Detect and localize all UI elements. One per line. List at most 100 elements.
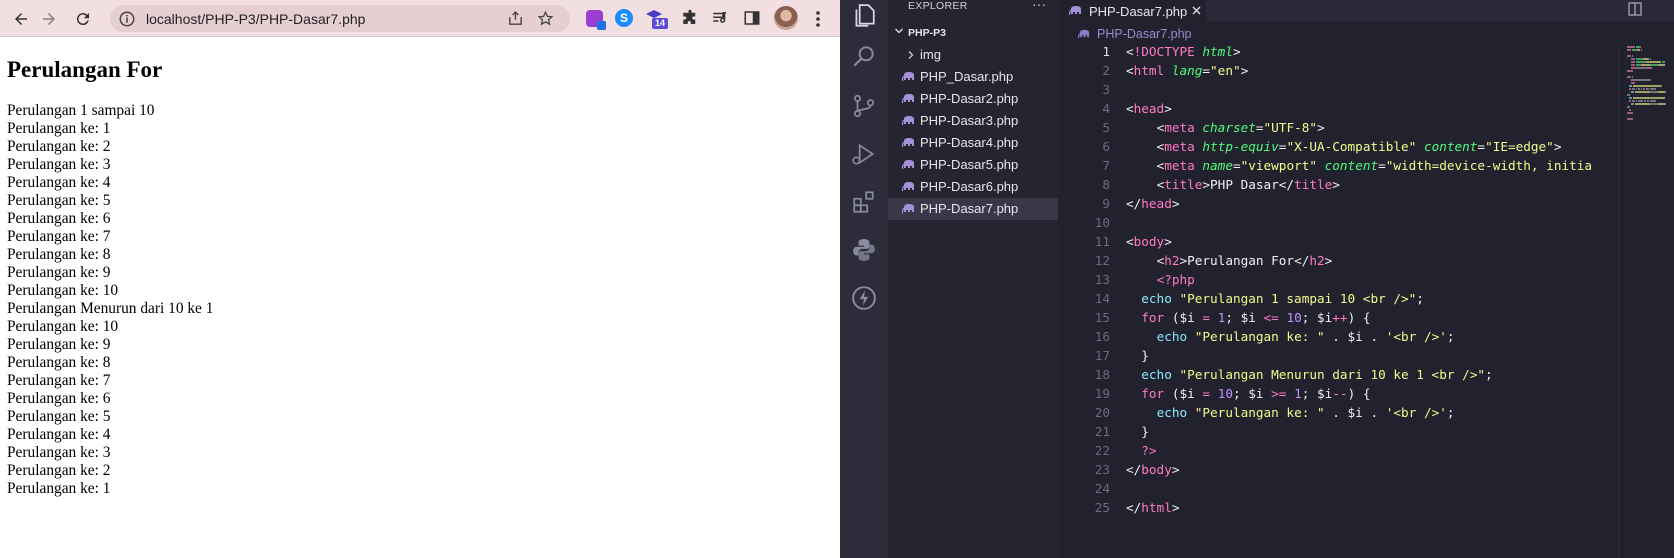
- breadcrumb[interactable]: PHP-Dasar7.php: [1078, 25, 1192, 43]
- code-line[interactable]: 13 <?php: [1058, 272, 1618, 291]
- extension-pen-icon[interactable]: [584, 8, 606, 30]
- code-line[interactable]: 3: [1058, 82, 1618, 101]
- minimap[interactable]: [1618, 44, 1674, 558]
- code-line[interactable]: 24: [1058, 481, 1618, 500]
- extension-shazam-icon[interactable]: S: [614, 8, 634, 28]
- line-number: 17: [1094, 348, 1110, 363]
- share-icon[interactable]: [507, 10, 524, 27]
- reload-button[interactable]: [70, 6, 96, 32]
- line-number: 12: [1094, 253, 1110, 268]
- back-button[interactable]: [8, 6, 34, 32]
- more-vert-icon[interactable]: [810, 9, 826, 29]
- code-line[interactable]: 17 }: [1058, 348, 1618, 367]
- info-icon: [119, 11, 135, 26]
- tree-file-php-dasar7-php[interactable]: PHP-Dasar7.php: [888, 198, 1058, 220]
- code-token: http-equiv: [1202, 139, 1279, 154]
- code-token: }: [1126, 424, 1149, 439]
- code-line[interactable]: 18 echo "Perulangan Menurun dari 10 ke 1…: [1058, 367, 1618, 386]
- code-token: >=: [1271, 386, 1287, 401]
- minimap-token: [1631, 64, 1636, 66]
- minimap-token: [1631, 76, 1633, 78]
- tree-file-php-dasar3-php[interactable]: PHP-Dasar3.php: [888, 110, 1058, 132]
- code-line[interactable]: 14 echo "Perulangan 1 sampai 10 <br />";: [1058, 291, 1618, 310]
- minimap-token: [1640, 49, 1642, 51]
- code-token: html: [1141, 500, 1172, 515]
- explorer-more-button[interactable]: ···: [1032, 0, 1046, 12]
- minimap-token: [1630, 91, 1635, 93]
- star-icon[interactable]: [537, 10, 554, 27]
- close-icon[interactable]: [1191, 5, 1202, 16]
- project-folder[interactable]: PHP-P3: [888, 24, 1058, 42]
- code-token: ?>: [1141, 443, 1157, 458]
- code-line[interactable]: 7 <meta name="viewport" content="width=d…: [1058, 158, 1618, 177]
- minimap-token: [1636, 61, 1645, 63]
- tree-file-php-dasar2-php[interactable]: PHP-Dasar2.php: [888, 88, 1058, 110]
- code-token: title: [1294, 177, 1333, 192]
- profile-avatar[interactable]: [774, 6, 798, 30]
- code-token: ;: [1416, 291, 1424, 306]
- code-line[interactable]: 11 <body>: [1058, 234, 1618, 253]
- code-line[interactable]: 1 <!DOCTYPE html>: [1058, 44, 1618, 63]
- output-line: Perulangan ke: 3: [7, 444, 111, 461]
- code-line[interactable]: 10: [1058, 215, 1618, 234]
- code-token: =: [1477, 139, 1486, 154]
- tab-php-dasar7[interactable]: PHP-Dasar7.php: [1058, 0, 1206, 22]
- code-token: $i: [1347, 405, 1363, 420]
- code-token: =: [1378, 158, 1386, 173]
- forward-button[interactable]: [36, 6, 62, 32]
- code-line[interactable]: 19 for ($i = 10; $i >= 1; $i--) {: [1058, 386, 1618, 405]
- code-line[interactable]: 5 <meta charset="UTF-8">: [1058, 120, 1618, 139]
- split-editor-icon[interactable]: [1628, 2, 1642, 16]
- reload-icon: [76, 13, 89, 26]
- php-elephant-icon: [902, 182, 914, 192]
- tree-file-php-dasar5-php[interactable]: PHP-Dasar5.php: [888, 154, 1058, 176]
- code-line[interactable]: 15 for ($i = 1; $i <= 10; $i++) {: [1058, 310, 1618, 329]
- code-line[interactable]: 2 <html lang="en">: [1058, 63, 1618, 82]
- code-line[interactable]: 23 </body>: [1058, 462, 1618, 481]
- explorer-title: EXPLORER: [908, 0, 968, 12]
- code-token: body: [1141, 462, 1172, 477]
- address-bar[interactable]: localhost/PHP-P3/PHP-Dasar7.php: [110, 5, 570, 32]
- media-control-icon[interactable]: [710, 8, 730, 28]
- code-line[interactable]: 22 ?>: [1058, 443, 1618, 462]
- line-number: 21: [1094, 424, 1110, 439]
- arrow-left-icon: [15, 13, 27, 25]
- tree-file-php-dasar6-php[interactable]: PHP-Dasar6.php: [888, 176, 1058, 198]
- tree-file-php-dasar4-php[interactable]: PHP-Dasar4.php: [888, 132, 1058, 154]
- search-icon[interactable]: [848, 40, 880, 72]
- code-line[interactable]: 9 </head>: [1058, 196, 1618, 215]
- code-line[interactable]: 16 echo "Perulangan ke: " . $i . '<br />…: [1058, 329, 1618, 348]
- tree-file-php-dasar-php[interactable]: PHP_Dasar.php: [888, 66, 1058, 88]
- code-token: >: [1240, 63, 1249, 78]
- extensions-puzzle-icon[interactable]: [680, 8, 700, 28]
- code-line[interactable]: 12 <h2>Perulangan For</h2>: [1058, 253, 1618, 272]
- run-debug-icon[interactable]: [848, 138, 880, 170]
- code-line[interactable]: 8 <title>PHP Dasar</title>: [1058, 177, 1618, 196]
- code-line[interactable]: 4 <head>: [1058, 101, 1618, 120]
- tree-folder-img[interactable]: img: [888, 44, 1058, 66]
- code-text: }: [1126, 348, 1149, 363]
- extensions-icon[interactable]: [848, 186, 880, 218]
- minimap-token: [1664, 91, 1666, 93]
- output-line: Perulangan Menurun dari 10 ke 1: [7, 300, 214, 317]
- code-text: <meta charset="UTF-8">: [1126, 120, 1325, 135]
- line-number: 3: [1102, 82, 1110, 97]
- code-line[interactable]: 20 echo "Perulangan ke: " . $i . '<br />…: [1058, 405, 1618, 424]
- code-line[interactable]: 21 }: [1058, 424, 1618, 443]
- code-line[interactable]: 6 <meta http-equiv="X-UA-Compatible" con…: [1058, 139, 1618, 158]
- code-token: "Perulangan ke: ": [1194, 329, 1325, 344]
- code-line[interactable]: 25 </html>: [1058, 500, 1618, 519]
- url-text[interactable]: localhost/PHP-P3/PHP-Dasar7.php: [146, 11, 365, 27]
- tree-item-label: PHP_Dasar.php: [920, 69, 1014, 84]
- source-control-icon[interactable]: [848, 90, 880, 122]
- code-token: echo: [1141, 291, 1172, 306]
- thunder-client-icon[interactable]: [848, 282, 880, 314]
- side-panel-icon[interactable]: [742, 8, 762, 28]
- output-line: Perulangan ke: 4: [7, 426, 111, 443]
- code-token: .: [1324, 405, 1348, 420]
- code-token: $i: [1240, 310, 1256, 325]
- extension-graduation-icon[interactable]: 14: [646, 8, 668, 29]
- python-icon[interactable]: [848, 234, 880, 266]
- explorer-files-icon[interactable]: [848, 0, 880, 32]
